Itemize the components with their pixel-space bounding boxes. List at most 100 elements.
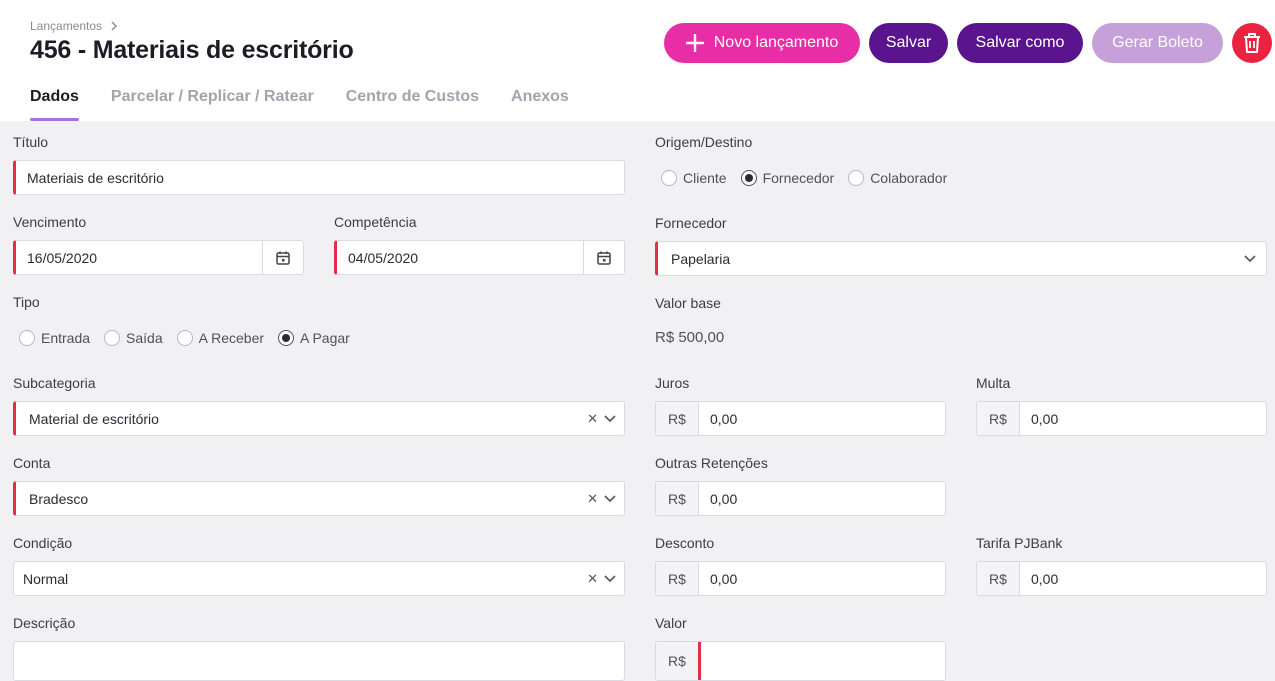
tipo-option-entrada[interactable]: Entrada — [19, 330, 90, 346]
radio-circle — [661, 170, 677, 186]
chevron-right-icon — [111, 21, 118, 31]
radio-circle — [19, 330, 35, 346]
save-as-button[interactable]: Salvar como — [957, 23, 1083, 63]
breadcrumb: Lançamentos — [30, 19, 118, 33]
chevron-down-icon[interactable] — [1244, 254, 1256, 263]
vencimento-field[interactable]: 16/05/2020 — [13, 240, 304, 275]
conta-label: Conta — [13, 455, 51, 471]
tipo-option-a-receber[interactable]: A Receber — [176, 330, 265, 346]
titulo-field[interactable]: Materiais de escritório — [13, 160, 625, 195]
trash-icon — [1244, 33, 1260, 53]
fornecedor-label: Fornecedor — [655, 215, 727, 231]
competencia-value: 04/05/2020 — [348, 249, 419, 266]
outras-retencoes-field[interactable]: R$ 0,00 — [655, 481, 946, 516]
breadcrumb-link[interactable]: Lançamentos — [30, 19, 102, 33]
radio-circle-selected — [278, 330, 295, 346]
competencia-field[interactable]: 04/05/2020 — [334, 240, 625, 275]
descricao-field[interactable] — [13, 641, 625, 681]
plus-icon — [685, 34, 704, 52]
tipo-radio-group: Entrada Saída A Receber A Pagar — [19, 330, 364, 346]
juros-label: Juros — [655, 375, 690, 391]
tab-parcelar[interactable]: Parcelar / Replicar / Ratear — [111, 88, 314, 121]
origem-option-fornecedor[interactable]: Fornecedor — [740, 170, 835, 186]
tarifa-value: 0,00 — [1031, 570, 1059, 587]
tarifa-label: Tarifa PJBank — [976, 535, 1063, 551]
subcategoria-label: Subcategoria — [13, 375, 96, 391]
radio-label: Saída — [126, 330, 163, 346]
clear-x-icon[interactable]: ✕ — [587, 491, 598, 507]
radio-circle — [176, 330, 193, 346]
page-header: Lançamentos 456 - Materiais de escritóri… — [0, 0, 1275, 121]
currency-prefix: R$ — [656, 402, 699, 435]
radio-label: Cliente — [683, 170, 727, 186]
juros-value: 0,00 — [710, 410, 738, 427]
valor-base-label: Valor base — [655, 295, 721, 311]
subcategoria-value: Material de escritório — [29, 410, 159, 427]
new-entry-button[interactable]: Novo lançamento — [664, 23, 860, 63]
tab-anexos[interactable]: Anexos — [511, 88, 569, 121]
currency-prefix: R$ — [656, 482, 699, 515]
save-button[interactable]: Salvar — [869, 23, 948, 63]
descricao-label: Descrição — [13, 615, 76, 631]
outras-retencoes-label: Outras Retenções — [655, 455, 768, 471]
clear-x-icon[interactable]: ✕ — [587, 411, 598, 427]
tipo-label: Tipo — [13, 294, 40, 310]
competencia-calendar-button[interactable] — [583, 241, 624, 274]
tipo-option-saida[interactable]: Saída — [104, 330, 163, 346]
outras-retencoes-value: 0,00 — [710, 490, 738, 507]
valor-base-value: R$ 500,00 — [655, 329, 725, 346]
currency-prefix: R$ — [656, 562, 699, 595]
competencia-label: Competência — [334, 214, 417, 230]
origem-label: Origem/Destino — [655, 134, 753, 150]
valor-label: Valor — [655, 615, 687, 631]
desconto-label: Desconto — [655, 535, 715, 551]
valor-field[interactable]: R$ — [655, 641, 946, 681]
radio-circle — [848, 170, 865, 186]
vencimento-calendar-button[interactable] — [262, 241, 303, 274]
titulo-value: Materiais de escritório — [27, 169, 164, 186]
radio-circle — [104, 330, 121, 346]
subcategoria-select[interactable]: Material de escritório ✕ — [13, 401, 625, 436]
tipo-option-a-pagar[interactable]: A Pagar — [278, 330, 350, 346]
radio-label: Fornecedor — [762, 170, 835, 186]
origem-option-colaborador[interactable]: Colaborador — [848, 170, 947, 186]
radio-label: Colaborador — [870, 170, 948, 186]
currency-prefix: R$ — [977, 402, 1020, 435]
tab-bar: Dados Parcelar / Replicar / Ratear Centr… — [30, 88, 569, 121]
condicao-select[interactable]: Normal ✕ — [13, 561, 625, 596]
multa-field[interactable]: R$ 0,00 — [976, 401, 1267, 436]
titulo-label: Título — [13, 134, 49, 150]
fornecedor-select[interactable]: Papelaria — [655, 241, 1267, 276]
currency-prefix: R$ — [977, 562, 1020, 595]
desconto-value: 0,00 — [710, 570, 738, 587]
condicao-label: Condição — [13, 535, 73, 551]
action-bar: Novo lançamento Salvar Salvar como Gerar… — [664, 23, 1272, 63]
conta-select[interactable]: Bradesco ✕ — [13, 481, 625, 516]
origem-radio-group: Cliente Fornecedor Colaborador — [661, 170, 961, 186]
delete-button[interactable] — [1232, 23, 1272, 63]
origem-option-cliente[interactable]: Cliente — [661, 170, 727, 186]
generate-boleto-button[interactable]: Gerar Boleto — [1092, 23, 1223, 63]
currency-prefix: R$ — [656, 642, 701, 680]
radio-label: A Receber — [198, 330, 265, 346]
radio-label: A Pagar — [300, 330, 350, 346]
radio-label: Entrada — [41, 330, 91, 346]
calendar-icon — [597, 251, 611, 265]
desconto-field[interactable]: R$ 0,00 — [655, 561, 946, 596]
condicao-value: Normal — [23, 570, 69, 587]
new-entry-label: Novo lançamento — [713, 34, 839, 51]
fornecedor-value: Papelaria — [671, 250, 731, 267]
calendar-icon — [276, 251, 290, 265]
multa-label: Multa — [976, 375, 1011, 391]
chevron-down-icon[interactable] — [604, 574, 616, 583]
radio-circle-selected — [740, 170, 757, 186]
chevron-down-icon[interactable] — [604, 414, 616, 423]
chevron-down-icon[interactable] — [604, 494, 616, 503]
page-title: 456 - Materiais de escritório — [30, 36, 354, 64]
tab-dados[interactable]: Dados — [30, 88, 79, 121]
juros-field[interactable]: R$ 0,00 — [655, 401, 946, 436]
tarifa-field[interactable]: R$ 0,00 — [976, 561, 1267, 596]
conta-value: Bradesco — [29, 490, 89, 507]
clear-x-icon[interactable]: ✕ — [587, 571, 598, 587]
tab-centro-custos[interactable]: Centro de Custos — [346, 88, 479, 121]
